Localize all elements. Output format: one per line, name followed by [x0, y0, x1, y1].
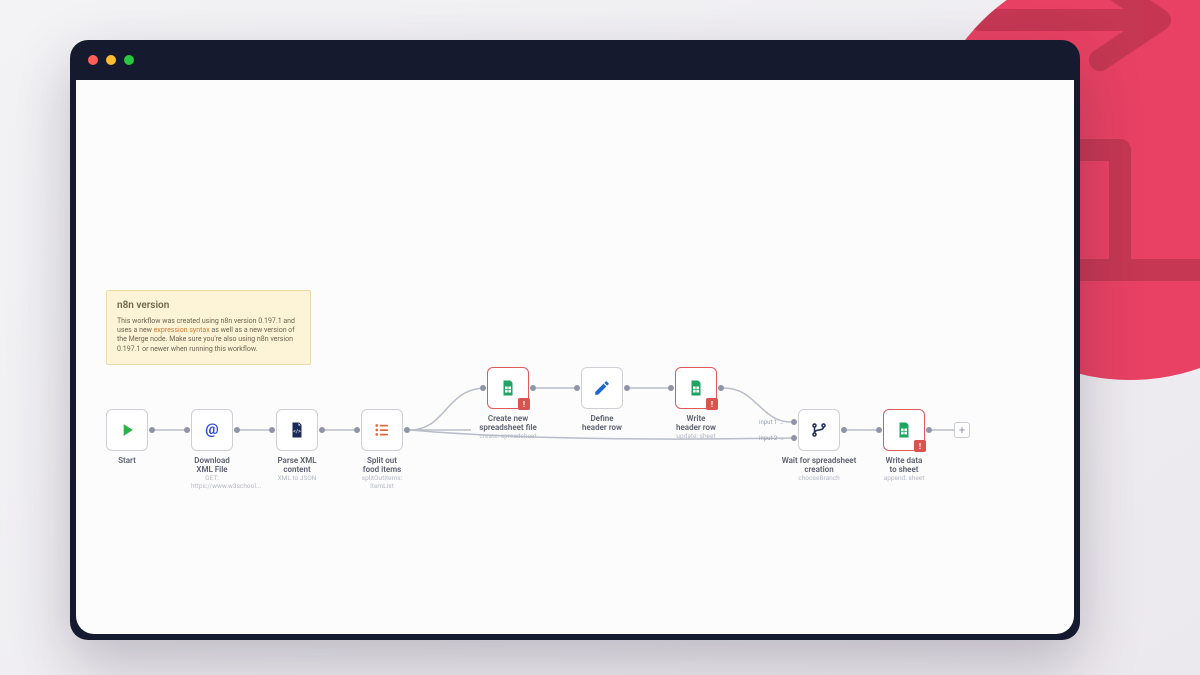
list-icon	[371, 419, 393, 441]
file-code-icon: </>	[286, 419, 308, 441]
sticky-note-title: n8n version	[117, 299, 300, 313]
add-node-button[interactable]: +	[954, 422, 970, 438]
error-badge-icon	[914, 440, 926, 452]
node-split-items[interactable]: Split out food items splitOutItems: item…	[361, 409, 403, 490]
play-icon	[116, 419, 138, 441]
node-download-xml[interactable]: @ Download XML File GET: https://www.w3s…	[191, 409, 233, 490]
node-write-header[interactable]: Write header row update: sheet	[675, 367, 717, 441]
node-start[interactable]: Start	[106, 409, 148, 465]
window-titlebar	[70, 40, 1080, 80]
window-maximize-dot[interactable]	[124, 55, 134, 65]
workflow-canvas[interactable]: n8n version This workflow was created us…	[76, 80, 1074, 634]
http-at-icon: @	[201, 419, 223, 441]
svg-text:@: @	[205, 420, 218, 438]
node-wait-merge[interactable]: input 1 → input 2 → Wait for spreadsheet…	[798, 409, 850, 483]
node-parse-xml[interactable]: </> Parse XML content XML to JSON	[276, 409, 318, 483]
google-sheets-icon	[685, 377, 707, 399]
error-badge-icon	[518, 398, 530, 410]
svg-text:</>: </>	[293, 429, 301, 435]
merge-input-2-label: input 2 →	[759, 435, 785, 442]
git-branch-icon	[808, 419, 830, 441]
google-sheets-icon	[497, 377, 519, 399]
window-close-dot[interactable]	[88, 55, 98, 65]
browser-window: n8n version This workflow was created us…	[70, 40, 1080, 640]
merge-input-1-label: input 1 →	[759, 419, 785, 426]
node-write-data[interactable]: Write data to sheet append: sheet	[883, 409, 925, 483]
google-sheets-icon	[893, 419, 915, 441]
node-create-spreadsheet[interactable]: Create new spreadsheet file create: spre…	[487, 367, 539, 441]
pencil-icon	[591, 377, 613, 399]
sticky-note-link[interactable]: expression syntax	[154, 326, 210, 334]
window-minimize-dot[interactable]	[106, 55, 116, 65]
node-define-header[interactable]: Define header row	[581, 367, 623, 432]
error-badge-icon	[706, 398, 718, 410]
sticky-note[interactable]: n8n version This workflow was created us…	[106, 290, 311, 365]
